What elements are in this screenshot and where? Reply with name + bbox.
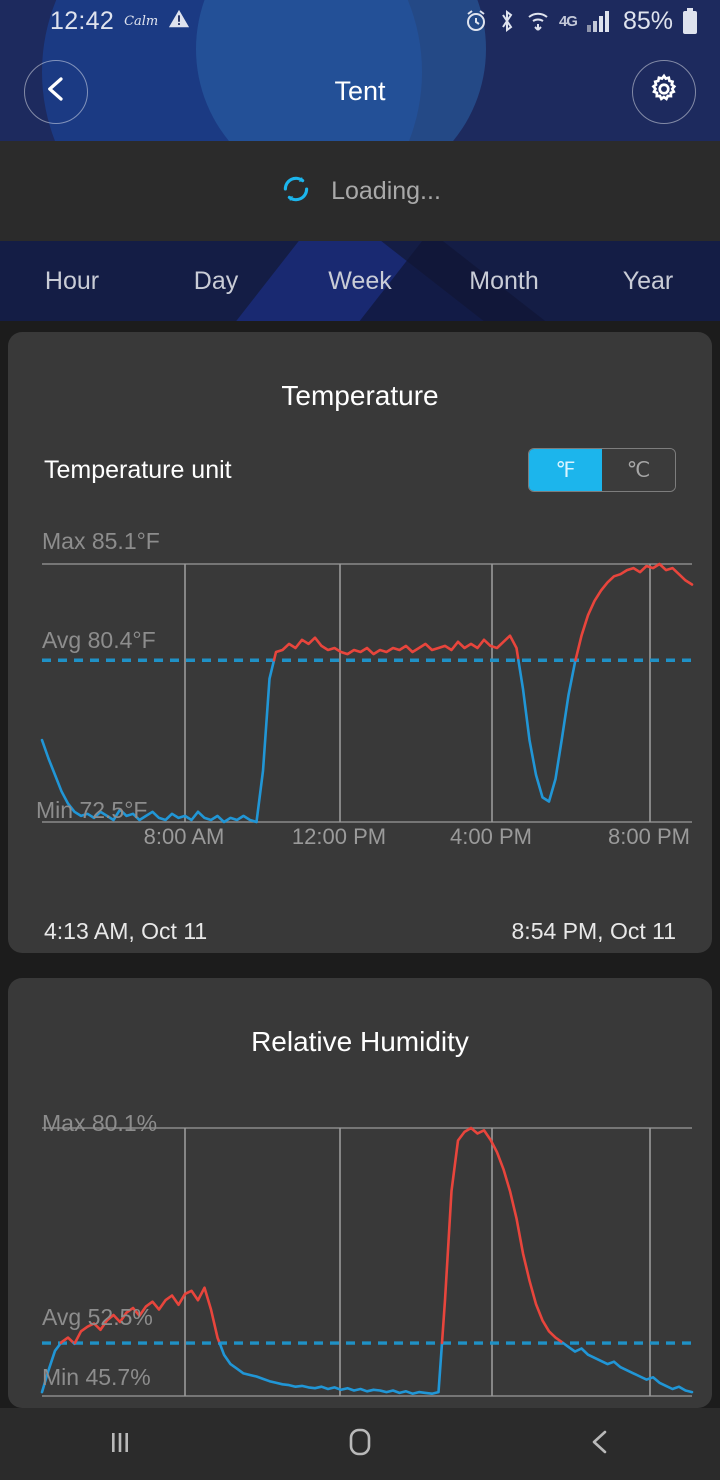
temperature-unit-row: Temperature unit ℉ ℃ (8, 412, 712, 492)
humidity-plot (40, 1126, 694, 1397)
temperature-unit-label: Temperature unit (44, 455, 232, 484)
system-nav-bar (0, 1408, 720, 1480)
settings-button[interactable] (632, 59, 696, 124)
loading-label: Loading... (331, 176, 441, 205)
temperature-chart[interactable]: Max 85.1°F Avg 80.4°F Min 72.5°F 8:00 AM… (8, 522, 712, 862)
battery-percent-label: 85% (622, 6, 673, 35)
warning-icon (168, 8, 190, 35)
unit-option-fahrenheit[interactable]: ℉ (529, 449, 602, 491)
tab-month[interactable]: Month (432, 267, 576, 296)
unit-option-celsius[interactable]: ℃ (602, 449, 675, 491)
refresh-spinner-icon (279, 172, 313, 211)
tab-year[interactable]: Year (576, 267, 720, 296)
gear-icon (648, 73, 680, 110)
wifi-icon (526, 9, 550, 33)
recents-icon (103, 1425, 137, 1464)
range-end-label: 8:54 PM, Oct 11 (511, 918, 676, 944)
temperature-card-title: Temperature (281, 380, 439, 411)
humidity-avg-label: Avg 52.5% (42, 1304, 153, 1330)
header-bar: Tent (0, 42, 720, 141)
bluetooth-icon (497, 9, 517, 33)
temperature-unit-toggle[interactable]: ℉ ℃ (528, 448, 676, 492)
status-bar: 12:42 Calm 4G 85% (0, 0, 720, 42)
humidity-min-label: Min 45.7% (42, 1364, 151, 1390)
loading-indicator: Loading... (0, 141, 720, 241)
x-tick-1: 12:00 PM (291, 824, 387, 849)
status-bar-right: 4G 85% (464, 7, 698, 36)
tab-day[interactable]: Day (144, 267, 288, 296)
back-icon (583, 1425, 617, 1464)
temperature-avg-label: Avg 80.4°F (42, 627, 156, 653)
temperature-card: Temperature Temperature unit ℉ ℃ Max 85.… (8, 332, 712, 953)
home-button[interactable] (240, 1423, 480, 1466)
signal-icon (586, 9, 612, 33)
alarm-icon (464, 9, 488, 33)
tab-week[interactable]: Week (288, 267, 432, 296)
page-title: Tent (334, 76, 386, 106)
humidity-card: Relative Humidity Max 80.1% Avg 52.5% Mi… (8, 978, 712, 1408)
period-tabs: Hour Day Week Month Year (0, 241, 720, 321)
tab-hour[interactable]: Hour (0, 267, 144, 296)
nav-back-button[interactable] (480, 1425, 720, 1464)
temperature-max-label: Max 85.1°F (42, 528, 160, 554)
temperature-min-label: Min 72.5°F (36, 797, 148, 823)
temperature-time-range: 4:13 AM, Oct 11 8:54 PM, Oct 11 (8, 908, 712, 945)
temperature-x-axis-labels: 8:00 AM 12:00 PM 4:00 PM 8:00 PM (8, 824, 712, 858)
range-start-label: 4:13 AM, Oct 11 (44, 918, 208, 944)
humidity-chart[interactable]: Max 80.1% Avg 52.5% Min 45.7% (8, 1108, 712, 1408)
x-tick-0: 8:00 AM (143, 824, 225, 849)
recents-button[interactable] (0, 1425, 240, 1464)
network-type-label: 4G (558, 12, 578, 30)
status-bar-clock: 12:42 (50, 6, 115, 35)
app-header: 12:42 Calm 4G 85% Tent (0, 0, 720, 141)
humidity-card-title: Relative Humidity (251, 1026, 469, 1057)
x-tick-3: 8:00 PM (608, 824, 690, 849)
status-bar-profile-label: Calm (124, 13, 159, 29)
app-screen: 12:42 Calm 4G 85% Tent Loading... Hour D… (0, 0, 720, 1480)
home-icon (341, 1423, 379, 1466)
humidity-max-label: Max 80.1% (42, 1110, 158, 1136)
x-tick-2: 4:00 PM (450, 824, 532, 849)
battery-icon (682, 8, 698, 34)
status-bar-left: 12:42 Calm (0, 7, 190, 36)
